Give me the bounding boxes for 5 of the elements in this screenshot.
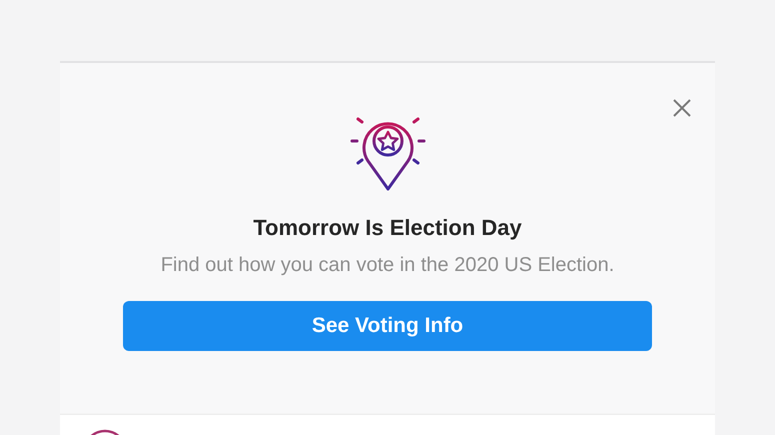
close-icon [673, 99, 691, 117]
voting-info-button[interactable]: See Voting Info [123, 301, 652, 351]
prompt-message: Find out how you can vote in the 2020 US Election. [160, 253, 616, 278]
prompt-title: Tomorrow Is Election Day [253, 214, 522, 242]
close-button[interactable] [671, 97, 693, 119]
